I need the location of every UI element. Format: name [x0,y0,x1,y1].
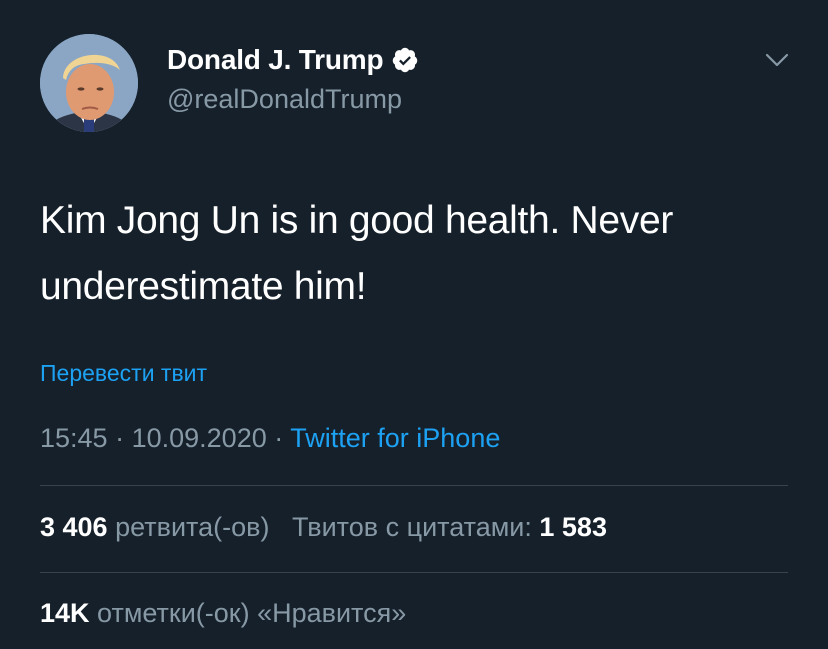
retweets-stat[interactable]: 3 406 ретвита(-ов) [40,512,269,542]
verified-badge-icon [391,46,419,74]
author-name-row[interactable]: Donald J. Trump [167,44,419,76]
divider [40,485,788,486]
translate-tweet-link[interactable]: Перевести твит [40,360,207,387]
tweet-time[interactable]: 15:45 [40,423,108,453]
likes-count: 14K [40,598,90,628]
likes-label: отметки(-ок) «Нравится» [97,598,407,628]
author-handle[interactable]: @realDonaldTrump [167,84,402,115]
tweet-card: Donald J. Trump @realDonaldTrump Kim Jon… [0,0,828,649]
author-name[interactable]: Donald J. Trump [167,44,384,76]
quotes-count: 1 583 [539,512,607,542]
retweet-stats: 3 406 ретвита(-ов) Твитов с цитатами: 1 … [40,512,607,543]
tweet-meta: 15:45 · 10.09.2020 · Twitter for iPhone [40,423,500,454]
tweet-text: Kim Jong Un is in good health. Never und… [40,188,800,320]
retweets-label: ретвита(-ов) [115,512,270,542]
retweets-count: 3 406 [40,512,108,542]
tweet-text-line: underestimate him! [40,265,367,308]
chevron-down-icon[interactable] [764,50,790,70]
meta-separator: · [274,423,291,453]
tweet-date[interactable]: 10.09.2020 [132,423,267,453]
divider [40,572,788,573]
avatar[interactable] [40,34,138,132]
tweet-source-link[interactable]: Twitter for iPhone [290,423,500,453]
quotes-label: Твитов с цитатами: [291,512,532,542]
avatar-portrait [40,34,138,132]
quotes-stat[interactable]: Твитов с цитатами: 1 583 [292,512,607,542]
likes-stat[interactable]: 14K отметки(-ок) «Нравится» [40,598,406,629]
meta-separator: · [115,423,132,453]
tweet-text-line: Kim Jong Un is in good health. Never [40,199,674,242]
